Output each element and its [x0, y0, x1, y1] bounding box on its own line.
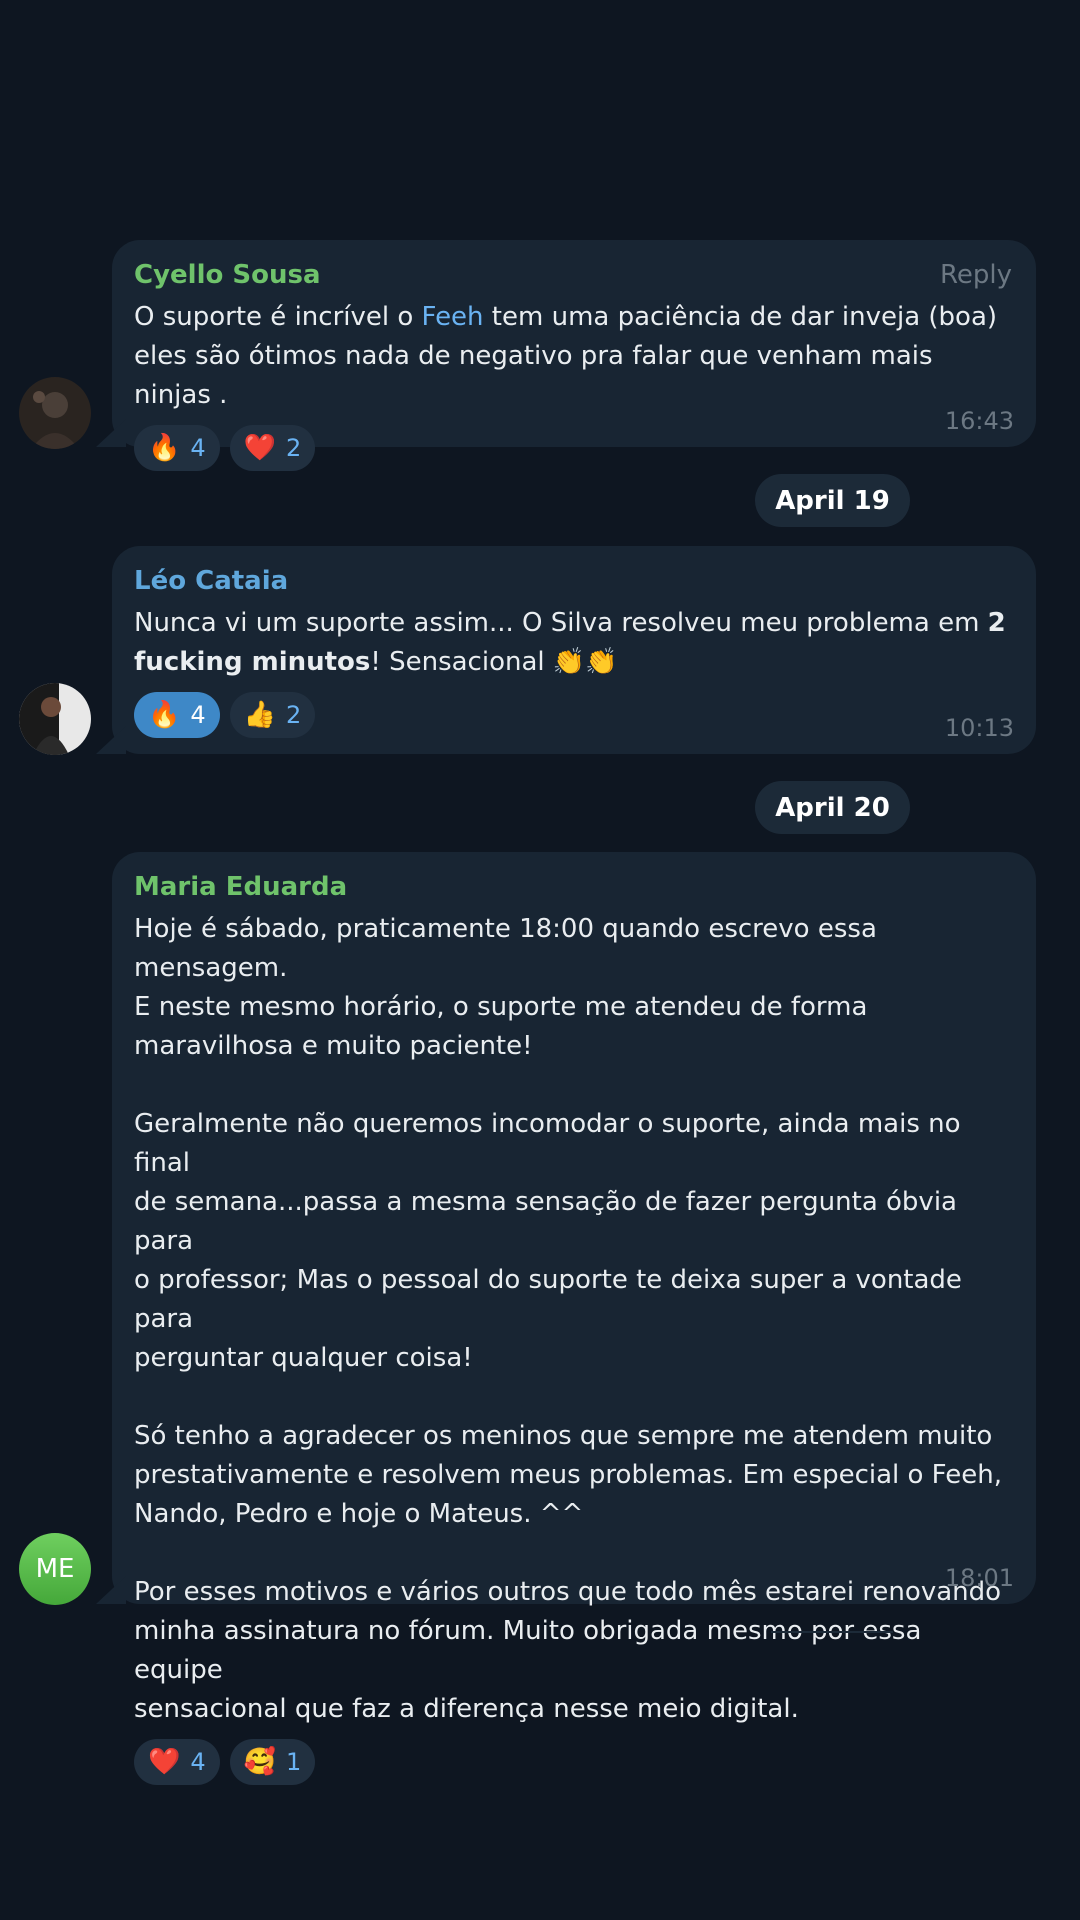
message-text-part: Nunca vi um suporte assim... O Silva res…	[134, 608, 988, 638]
clapping-hands-icon: 👏👏	[552, 647, 618, 677]
avatar-initials: ME	[35, 1554, 75, 1584]
reaction-heart[interactable]: ❤️ 2	[229, 425, 316, 471]
reaction-count: 4	[190, 1748, 206, 1776]
smiling-face-hearts-icon: 🥰	[243, 1747, 277, 1777]
reactions: ❤️ 4 🥰 1	[134, 1739, 1012, 1787]
reply-button[interactable]: Reply	[940, 258, 1012, 292]
reaction-count: 1	[286, 1748, 302, 1776]
reaction-count: 2	[286, 434, 302, 462]
message-bubble[interactable]: Maria Eduarda Hoje é sábado, praticament…	[112, 852, 1036, 1785]
reaction-count: 4	[190, 701, 206, 729]
reaction-fire[interactable]: 🔥 4	[134, 692, 220, 738]
reaction-thumbs-up[interactable]: 👍 2	[229, 692, 316, 738]
heart-icon: ❤️	[243, 433, 277, 463]
message-time: 10:13	[944, 714, 1014, 742]
reaction-smiling-face-hearts[interactable]: 🥰 1	[229, 1739, 316, 1785]
reactions: 🔥 4 ❤️ 2	[134, 425, 1012, 473]
reaction-count: 2	[286, 701, 302, 729]
reactions: 🔥 4 👍 2	[134, 692, 1012, 740]
date-separator: April 19	[755, 474, 910, 527]
message-text: Hoje é sábado, praticamente 18:00 quando…	[134, 914, 1002, 1724]
message-text-part: O suporte é incrível o	[134, 302, 422, 332]
fire-icon: 🔥	[148, 700, 181, 730]
reaction-heart[interactable]: ❤️ 4	[134, 1739, 220, 1785]
message-bubble[interactable]: Léo Cataia Nunca vi um suporte assim... …	[112, 546, 1036, 754]
message-text-part: ! Sensacional	[370, 647, 553, 677]
thumbs-up-icon: 👍	[243, 700, 277, 730]
avatar[interactable]	[19, 377, 91, 449]
heart-icon: ❤️	[148, 1747, 181, 1777]
date-separator: April 20	[755, 781, 910, 834]
message-time: 16:43	[944, 407, 1014, 435]
fire-icon: 🔥	[148, 433, 181, 463]
reaction-fire[interactable]: 🔥 4	[134, 425, 220, 471]
divider	[771, 1631, 893, 1633]
message-bubble[interactable]: Cyello Sousa Reply O suporte é incrível …	[112, 240, 1036, 471]
message-text: O suporte é incrível o Feeh tem uma paci…	[134, 298, 1012, 415]
reaction-count: 4	[190, 434, 206, 462]
author-name[interactable]: Maria Eduarda	[134, 870, 1012, 904]
mention-link[interactable]: Feeh	[422, 302, 484, 332]
avatar[interactable]	[19, 683, 91, 755]
author-name[interactable]: Léo Cataia	[134, 564, 1012, 598]
message-text: Nunca vi um suporte assim... O Silva res…	[134, 604, 1012, 682]
avatar[interactable]: ME	[19, 1533, 91, 1605]
author-name[interactable]: Cyello Sousa	[134, 258, 1012, 292]
message-time: 18:01	[944, 1564, 1014, 1592]
